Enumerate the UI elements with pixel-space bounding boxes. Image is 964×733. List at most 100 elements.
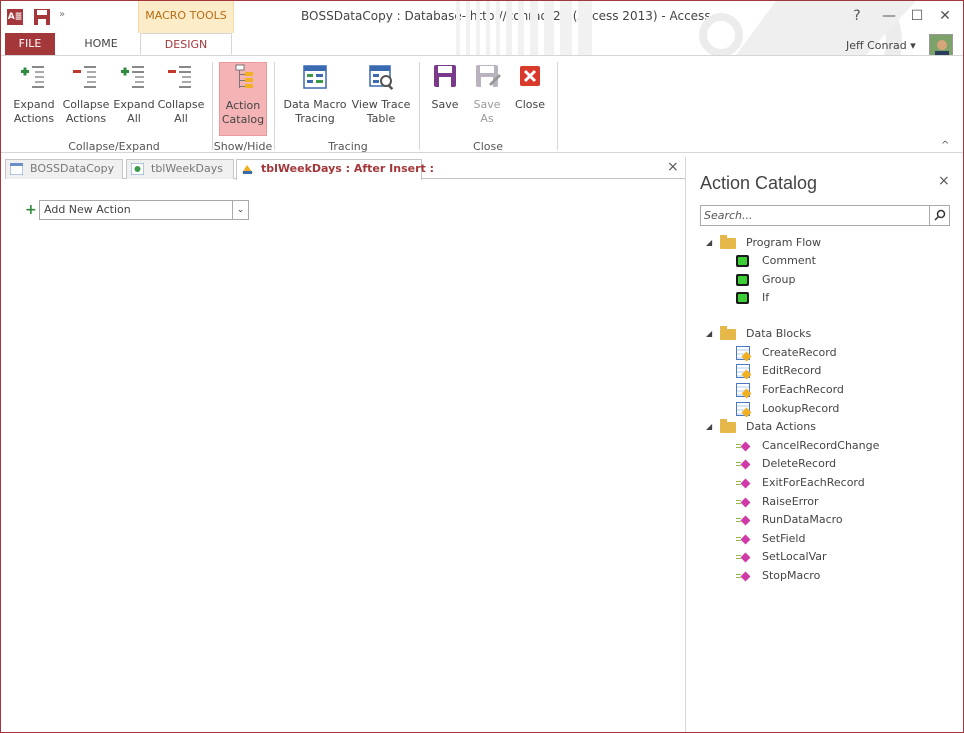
catalog-item-label: If xyxy=(762,291,770,304)
expand-all-button[interactable]: Expand All xyxy=(111,62,157,136)
save-as-label-1: Save xyxy=(473,98,501,111)
catalog-item-label: Comment xyxy=(762,254,816,267)
close-document-button[interactable]: × xyxy=(667,159,679,175)
collapse-actions-label-1: Collapse xyxy=(62,98,110,111)
doc-tab-after-insert[interactable]: tblWeekDays : After Insert : xyxy=(236,159,434,180)
expand-actions-icon xyxy=(21,66,44,88)
table-icon xyxy=(131,163,144,175)
if-icon xyxy=(736,292,749,304)
view-trace-table-label-2: Table xyxy=(366,112,396,125)
add-new-action-value: Add New Action xyxy=(44,203,131,216)
catalog-item-label: CreateRecord xyxy=(762,346,837,359)
collapse-all-button[interactable]: Collapse All xyxy=(157,62,205,136)
expand-actions-button[interactable]: Expand Actions xyxy=(11,62,57,136)
data-block-icon xyxy=(736,402,750,416)
close-macro-button[interactable]: Close xyxy=(509,62,551,136)
view-trace-table-label-1: View Trace xyxy=(351,98,411,111)
expand-triangle-icon[interactable]: ◢ xyxy=(706,325,712,343)
group-separator xyxy=(274,62,275,150)
expand-triangle-icon[interactable]: ◢ xyxy=(706,418,712,436)
catalog-item-label: EditRecord xyxy=(762,364,822,377)
data-action-icon xyxy=(736,552,751,563)
help-button[interactable]: ? xyxy=(846,6,868,26)
action-catalog-icon xyxy=(235,64,253,88)
view-trace-table-icon xyxy=(369,65,394,91)
data-action-icon xyxy=(736,497,751,508)
save-button[interactable]: Save xyxy=(425,62,465,136)
expand-actions-label-1: Expand xyxy=(13,98,55,111)
tab-file[interactable]: FILE xyxy=(5,33,55,55)
action-catalog-label-1: Action xyxy=(225,99,261,112)
action-catalog-label-2: Catalog xyxy=(221,113,265,126)
data-macro-tracing-label-2: Tracing xyxy=(295,112,335,125)
database-icon xyxy=(10,163,23,175)
macro-icon xyxy=(242,165,253,174)
tab-design[interactable]: DESIGN xyxy=(140,33,232,55)
doc-tab-label: tblWeekDays : After Insert : xyxy=(261,162,434,175)
catalog-group-label: Data Blocks xyxy=(746,327,812,340)
data-macro-tracing-icon xyxy=(303,65,327,89)
doc-tab-label: BOSSDataCopy xyxy=(30,162,115,175)
title-bar: A≣ » MACRO TOOLS BOSSDataCopy : Database… xyxy=(1,1,963,55)
save-icon xyxy=(434,65,456,87)
collapse-actions-button[interactable]: Collapse Actions xyxy=(61,62,111,136)
save-icon[interactable] xyxy=(33,8,51,26)
save-label: Save xyxy=(431,98,459,111)
chevron-down-icon[interactable]: ⌄ xyxy=(232,201,248,219)
save-as-button[interactable]: Save As xyxy=(467,62,507,136)
restore-button[interactable]: ☐ xyxy=(906,6,928,26)
catalog-item-label: Group xyxy=(762,273,796,286)
view-trace-table-button[interactable]: View Trace Table xyxy=(349,62,413,136)
group-label-close: Close xyxy=(473,140,503,153)
expand-triangle-icon[interactable]: ◢ xyxy=(706,234,712,252)
catalog-search-input[interactable]: Search... xyxy=(700,205,950,226)
collapse-ribbon-button[interactable]: ^ xyxy=(941,140,949,151)
close-catalog-button[interactable]: × xyxy=(938,173,950,189)
doc-tab-tblweekdays[interactable]: tblWeekDays xyxy=(126,159,234,179)
search-icon[interactable] xyxy=(929,206,949,225)
ribbon: Expand Actions Collapse Actions Expand A… xyxy=(1,55,963,153)
window-title: BOSSDataCopy : Database- http://conradr2… xyxy=(301,9,711,23)
account-user-name[interactable]: Jeff Conrad ▾ xyxy=(846,39,916,52)
close-window-button[interactable]: ✕ xyxy=(934,6,956,26)
catalog-item-label: DeleteRecord xyxy=(762,457,837,470)
doc-tab-label: tblWeekDays xyxy=(151,162,223,175)
data-macro-tracing-button[interactable]: Data Macro Tracing xyxy=(283,62,347,136)
collapse-actions-icon xyxy=(73,66,96,88)
expand-all-label-2: All xyxy=(127,112,141,125)
expand-actions-label-2: Actions xyxy=(13,112,55,125)
tab-home[interactable]: HOME xyxy=(73,33,129,55)
data-macro-tracing-label-1: Data Macro xyxy=(283,98,347,111)
collapse-all-label-1: Collapse xyxy=(157,98,205,111)
folder-icon xyxy=(720,326,736,340)
add-new-action-dropdown[interactable]: Add New Action ⌄ xyxy=(39,200,249,220)
group-label-show-hide: Show/Hide xyxy=(213,140,273,153)
catalog-item-label: RaiseError xyxy=(762,495,819,508)
expand-all-icon xyxy=(121,66,144,88)
macro-tools-context-group: MACRO TOOLS xyxy=(138,1,234,33)
group-label-tracing: Tracing xyxy=(328,140,368,153)
data-action-icon xyxy=(736,534,751,545)
data-block-icon xyxy=(736,346,750,360)
close-icon xyxy=(520,66,540,86)
action-catalog-button[interactable]: Action Catalog xyxy=(219,62,267,136)
catalog-item-label: LookupRecord xyxy=(762,402,840,415)
add-action-plus-icon: + xyxy=(25,202,37,218)
doc-tab-bossdatacopy[interactable]: BOSSDataCopy xyxy=(5,159,123,179)
customize-quick-access-icon[interactable]: » xyxy=(59,9,65,20)
document-tabs: BOSSDataCopy tblWeekDays tblWeekDays : A… xyxy=(5,157,685,180)
catalog-group-label: Data Actions xyxy=(746,420,816,433)
group-separator xyxy=(212,62,213,150)
catalog-group-label: Program Flow xyxy=(746,236,822,249)
data-block-icon xyxy=(736,364,750,378)
minimize-button[interactable]: — xyxy=(878,6,900,26)
catalog-item-label: RunDataMacro xyxy=(762,513,843,526)
data-action-icon xyxy=(736,515,751,526)
action-catalog-pane: Action Catalog × Search... ◢ Program Flo… xyxy=(685,157,963,732)
group-icon xyxy=(736,274,749,286)
catalog-item-label: ExitForEachRecord xyxy=(762,476,865,489)
access-logo-icon[interactable]: A≣ xyxy=(7,9,23,25)
group-separator xyxy=(419,62,420,150)
folder-icon xyxy=(720,419,736,433)
comment-icon xyxy=(736,255,749,267)
